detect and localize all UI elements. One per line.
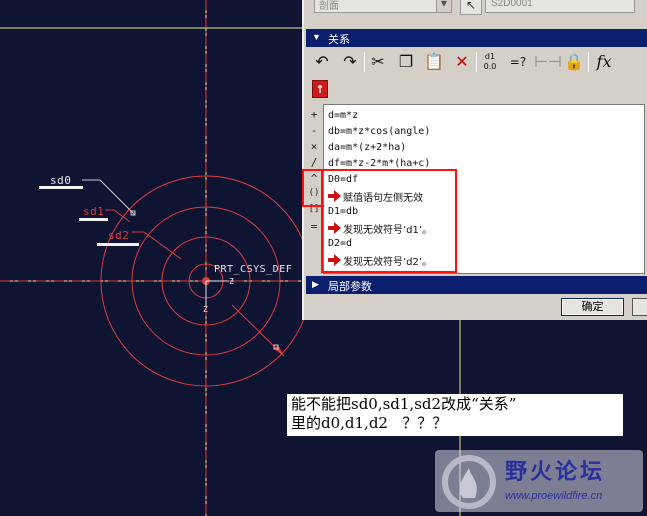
scissors-icon[interactable]: ✂ — [366, 50, 390, 74]
operator-multiply[interactable]: × — [306, 140, 322, 156]
watermark-url: www.proewildfire.cn — [505, 490, 603, 502]
look-in-value: 剖面 — [319, 1, 339, 12]
csys-z-label-right: Z — [229, 277, 235, 286]
operator-plus[interactable]: + — [306, 108, 322, 124]
sort-relations-icon[interactable]: 🔒 — [562, 50, 586, 74]
question-line-2: 里的d0,d1,d2 ？？？ — [291, 414, 448, 432]
underline-sd1 — [79, 218, 108, 221]
undo-icon[interactable]: ↶ — [310, 50, 334, 74]
switch-dims-top-label: d1 — [484, 52, 496, 61]
function-icon[interactable]: fx — [592, 50, 616, 74]
relations-dialog: 剖面 ▼ ↖ S2D0001 ▼ 关系 ↶ ↷ ✂ ❐ 📋 ✕ d1 0.0 =… — [302, 0, 647, 320]
redo-icon[interactable]: ↷ — [338, 50, 362, 74]
error-up-arrow-button[interactable]: ↑ — [312, 80, 328, 98]
relation-line[interactable]: d=m*z — [328, 110, 358, 121]
underline-sd2 — [97, 243, 139, 246]
relations-toolbar: ↶ ↷ ✂ ❐ 📋 ✕ d1 0.0 =? ⊢⊣ 🔒 fx — [306, 48, 647, 76]
expand-triangle-icon: ▶ — [312, 279, 319, 289]
relation-line[interactable]: df=m*z-2*m*(ha+c) — [328, 158, 430, 169]
forum-watermark: 野火论坛 www.proewildfire.cn — [435, 450, 643, 512]
operator-equals[interactable]: = — [306, 220, 322, 236]
select-arrow-button[interactable]: ↖ — [460, 0, 482, 15]
flame-logo-icon — [442, 455, 496, 509]
look-in-combo[interactable]: 剖面 ▼ — [314, 0, 452, 13]
model-name-field[interactable]: S2D0001 — [485, 0, 635, 13]
measure-icon[interactable]: ⊢⊣ — [534, 50, 562, 74]
operator-minus[interactable]: - — [306, 124, 322, 140]
paste-icon[interactable]: 📋 — [422, 50, 446, 74]
dialog-top-bar: 剖面 ▼ ↖ S2D0001 — [304, 0, 647, 20]
csys-label: PRT_CSYS_DEF — [214, 264, 293, 275]
relation-line[interactable]: da=m*(z+2*ha) — [328, 142, 406, 153]
switch-dims-bottom-label: 0.0 — [483, 62, 497, 71]
cancel-button[interactable] — [632, 298, 647, 316]
local-params-title: 局部参数 — [328, 281, 372, 293]
question-annotation: 能不能把sd0,sd1,sd2改成“关系” 里的d0,d1,d2 ？？？ — [287, 394, 623, 436]
question-line-1: 能不能把sd0,sd1,sd2改成“关系” — [291, 395, 517, 413]
leader-sd2 — [132, 231, 182, 260]
relation-line[interactable]: db=m*z*cos(angle) — [328, 126, 430, 137]
switch-dimensions-icon[interactable]: d1 0.0 — [478, 50, 502, 74]
underline-sd0 — [39, 186, 83, 189]
model-name-value: S2D0001 — [491, 0, 533, 9]
highlight-box-upper — [321, 169, 457, 273]
pointer-arrow-icon: ↖ — [465, 0, 477, 12]
dimension-label-sd2[interactable]: sd2 — [108, 229, 129, 242]
evaluate-icon[interactable]: =? — [506, 50, 530, 74]
collapse-triangle-icon: ▼ — [312, 32, 321, 42]
dimension-arrow-head — [274, 345, 284, 356]
leader-sd1 — [105, 209, 131, 223]
chevron-down-icon[interactable]: ▼ — [436, 0, 451, 12]
watermark-title: 野火论坛 — [505, 460, 606, 485]
csys-z-label-below: Z — [203, 305, 209, 314]
toolbar-separator — [476, 52, 477, 72]
dialog-footer: 确定 — [306, 294, 647, 320]
toolbar-separator — [588, 52, 589, 72]
delete-x-icon[interactable]: ✕ — [450, 50, 474, 74]
highlight-box-left — [302, 169, 324, 207]
relations-section-header[interactable]: ▼ 关系 — [306, 29, 647, 47]
copy-icon[interactable]: ❐ — [394, 50, 418, 74]
toolbar-separator — [364, 52, 365, 72]
relations-section-title: 关系 — [328, 34, 350, 46]
local-params-section-header[interactable]: ▶ 局部参数 — [306, 276, 647, 294]
ok-button[interactable]: 确定 — [561, 298, 624, 316]
dimension-label-sd1[interactable]: sd1 — [83, 205, 104, 218]
